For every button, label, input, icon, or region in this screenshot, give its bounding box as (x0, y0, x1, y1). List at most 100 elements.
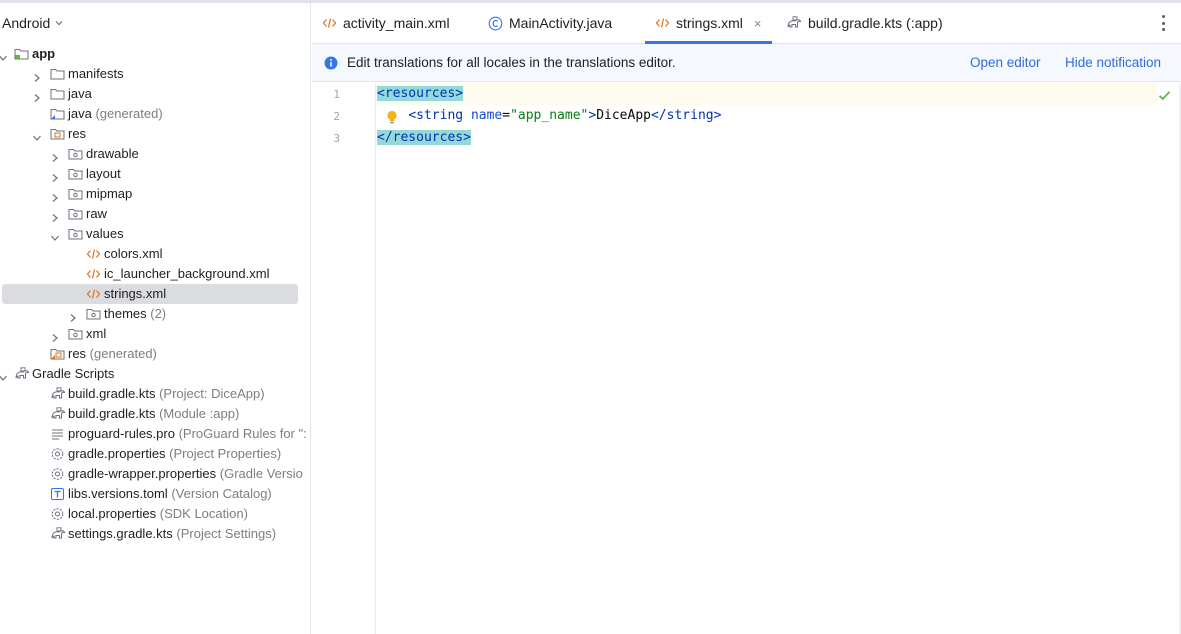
chevron-right-icon[interactable] (50, 329, 60, 342)
project-tree-label: settings.gradle.kts (Project Settings) (68, 524, 276, 544)
package-folder-icon (68, 327, 83, 341)
item-name: drawable (86, 146, 139, 161)
item-hint: (Gradle Versio (216, 466, 303, 481)
item-name: ic_launcher_background.xml (104, 266, 270, 281)
hide-notification-link[interactable]: Hide notification (1065, 55, 1161, 70)
code-token: name (470, 108, 503, 123)
project-tree-label: themes (2) (104, 304, 166, 324)
xml-file-icon (86, 247, 101, 261)
chevron-right-icon[interactable] (32, 89, 42, 102)
editor-tab[interactable]: activity_main.xml (322, 3, 450, 43)
item-hint: (2) (146, 306, 167, 321)
no-problems-check-icon (1158, 90, 1171, 105)
code-line[interactable]: <resources> (377, 83, 1157, 105)
code-token: = (502, 108, 511, 123)
item-name: mipmap (86, 186, 133, 201)
project-tree-item[interactable]: values (0, 224, 310, 244)
chevron-right-icon[interactable] (50, 149, 60, 162)
item-name: res (68, 346, 87, 361)
project-tree-item[interactable]: ic_launcher_background.xml (0, 264, 310, 284)
code-line[interactable]: </resources> (377, 127, 471, 149)
project-tree-item[interactable]: raw (0, 204, 310, 224)
project-tree-item[interactable]: manifests (0, 64, 310, 84)
project-tree-item[interactable]: layout (0, 164, 310, 184)
item-name: java (68, 106, 92, 121)
project-tree-item[interactable]: build.gradle.kts (Project: DiceApp) (0, 384, 310, 404)
code-token: > (588, 108, 597, 123)
project-tree-label: ic_launcher_background.xml (104, 264, 269, 284)
tab-label: MainActivity.java (509, 15, 613, 31)
project-tree-label: libs.versions.toml (Version Catalog) (68, 484, 272, 504)
project-tree-item[interactable]: gradle-wrapper.properties (Gradle Versio (0, 464, 310, 484)
editor-tab[interactable]: MainActivity.java (488, 3, 612, 43)
project-tree-item[interactable]: themes (2) (0, 304, 310, 324)
info-icon (324, 56, 338, 73)
item-name: layout (86, 166, 121, 181)
item-name: manifests (68, 66, 124, 81)
editor-tab[interactable]: strings.xml × (645, 3, 772, 44)
chevron-down-icon (55, 19, 63, 27)
project-tree-label: mipmap (86, 184, 132, 204)
project-tree-item[interactable]: local.properties (SDK Location) (0, 504, 310, 524)
chevron-down-icon[interactable] (50, 229, 60, 241)
project-tree-item[interactable]: Gradle Scripts (0, 364, 310, 384)
project-tree-item[interactable]: java (generated) (0, 104, 310, 124)
chevron-right-icon[interactable] (50, 209, 60, 222)
project-tree-item[interactable]: mipmap (0, 184, 310, 204)
project-panel: Android app manifests java java (generated)… (0, 3, 311, 634)
project-tree-item[interactable]: drawable (0, 144, 310, 164)
chevron-right-icon[interactable] (32, 69, 42, 82)
item-hint: (generated) (86, 346, 157, 361)
project-tree-item[interactable]: proguard-rules.pro (ProGuard Rules for "… (0, 424, 310, 444)
item-hint: (Version Catalog) (167, 486, 272, 501)
code-token: <string (408, 108, 471, 123)
item-name: local.properties (68, 506, 157, 521)
chevron-down-icon[interactable] (0, 369, 8, 381)
project-tree-item[interactable]: build.gradle.kts (Module :app) (0, 404, 310, 424)
chevron-down-icon[interactable] (32, 129, 42, 141)
project-tree-item[interactable]: xml (0, 324, 310, 344)
open-editor-link[interactable]: Open editor (970, 55, 1041, 70)
editor-tab[interactable]: build.gradle.kts (:app) (786, 3, 943, 43)
tab-label: activity_main.xml (343, 15, 450, 31)
chevron-down-icon[interactable] (0, 49, 8, 61)
project-tree-item[interactable]: res (generated) (0, 344, 310, 364)
chevron-right-icon[interactable] (50, 169, 60, 182)
notification-message: Edit translations for all locales in the… (347, 55, 676, 70)
editor-gutter: 1 2 3 (312, 83, 397, 634)
item-name: res (68, 126, 87, 141)
project-tree-item[interactable]: strings.xml (0, 284, 310, 304)
project-tree-label: res (68, 124, 86, 144)
properties-icon (50, 507, 65, 521)
project-tree-item[interactable]: java (0, 84, 310, 104)
project-tree-item[interactable]: libs.versions.toml (Version Catalog) (0, 484, 310, 504)
gradle-icon (50, 407, 66, 421)
project-view-selector[interactable]: Android (0, 3, 310, 43)
project-tree-item[interactable]: gradle.properties (Project Properties) (0, 444, 310, 464)
item-hint: (generated) (91, 106, 163, 121)
more-options-icon[interactable] (1156, 15, 1170, 31)
tab-label: build.gradle.kts (:app) (808, 15, 943, 31)
line-number: 3 (333, 132, 340, 145)
code-editor[interactable]: <resources> <string name="app_name">Dice… (377, 83, 1179, 634)
item-hint: (Project Properties) (165, 446, 282, 461)
package-folder-icon (68, 207, 83, 221)
package-folder-icon (68, 187, 83, 201)
code-line[interactable]: <string name="app_name">DiceApp</string> (377, 105, 721, 127)
project-tree-item[interactable]: colors.xml (0, 244, 310, 264)
project-tree-label: build.gradle.kts (Project: DiceApp) (68, 384, 265, 404)
gradle-icon (786, 16, 808, 30)
item-name: raw (86, 206, 107, 221)
project-tree-item[interactable]: res (0, 124, 310, 144)
project-tree-item[interactable]: settings.gradle.kts (Project Settings) (0, 524, 310, 544)
chevron-right-icon[interactable] (50, 189, 60, 202)
code-token: </string> (650, 108, 722, 123)
project-tree-label: res (generated) (68, 344, 157, 364)
chevron-right-icon[interactable] (68, 309, 78, 322)
xml-file-icon (322, 16, 343, 30)
generated-folder-icon (50, 107, 65, 121)
project-tree-label: gradle-wrapper.properties (Gradle Versio (68, 464, 303, 484)
project-tree-item[interactable]: app (0, 44, 310, 64)
close-tab-icon[interactable]: × (754, 16, 762, 31)
